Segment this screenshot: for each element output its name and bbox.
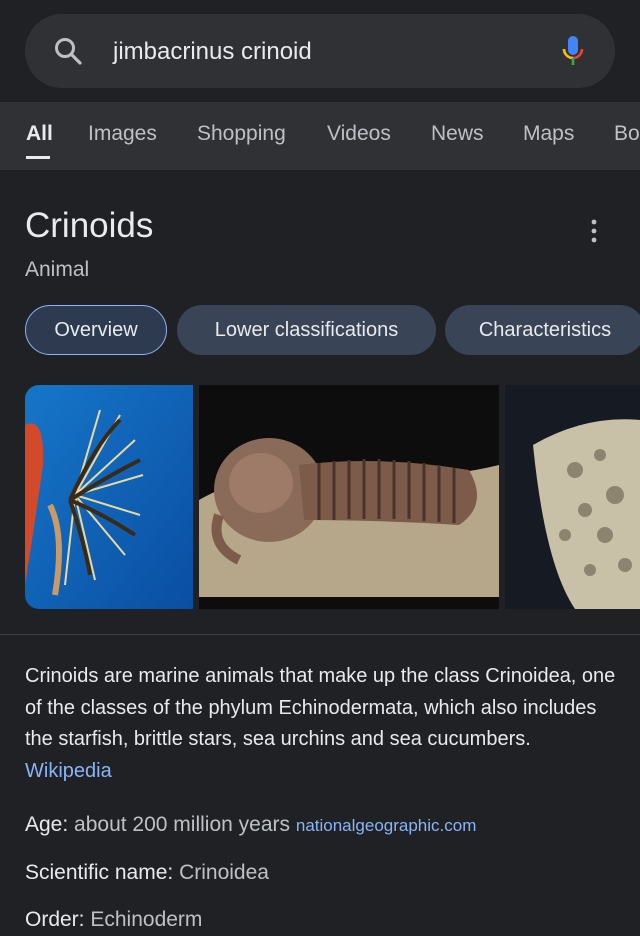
fact-source-link[interactable]: nationalgeographic.com	[296, 816, 477, 835]
fact-order: Order: Echinoderm	[25, 908, 202, 932]
section-divider	[0, 634, 640, 635]
search-header: jimbacrinus crinoid	[0, 0, 640, 102]
tab-images[interactable]: Images	[88, 122, 157, 146]
fact-value[interactable]: Crinoidea	[179, 861, 269, 884]
tab-maps[interactable]: Maps	[523, 122, 574, 146]
tab-shopping[interactable]: Shopping	[197, 122, 286, 146]
search-tabs: All Images Shopping Videos News Maps Bo	[0, 102, 640, 170]
chip-overview[interactable]: Overview	[25, 305, 167, 355]
crinoid-fossil-photo[interactable]	[199, 385, 499, 609]
entity-title: Crinoids	[25, 206, 154, 245]
chip-characteristics[interactable]: Characteristics	[445, 305, 640, 355]
crinoid-fossil-rock-photo[interactable]	[505, 385, 640, 609]
fact-label: Age:	[25, 813, 69, 836]
fact-scientific-name: Scientific name: Crinoidea	[25, 861, 269, 885]
tab-books[interactable]: Bo	[614, 122, 640, 146]
wikipedia-link[interactable]: Wikipedia	[25, 760, 112, 782]
tab-all-indicator	[26, 156, 50, 159]
entity-description: Crinoids are marine animals that make up…	[25, 661, 620, 787]
crinoid-photo-underwater[interactable]	[25, 385, 193, 609]
fact-value[interactable]: Echinoderm	[90, 908, 202, 931]
mic-icon[interactable]	[561, 34, 585, 68]
search-bar[interactable]: jimbacrinus crinoid	[25, 14, 615, 88]
chip-lower-classifications[interactable]: Lower classifications	[177, 305, 436, 355]
fact-value: about 200 million years	[74, 813, 291, 836]
search-input[interactable]: jimbacrinus crinoid	[113, 38, 312, 66]
image-carousel	[25, 385, 640, 609]
fact-age: Age: about 200 million years nationalgeo…	[25, 813, 476, 837]
tab-videos[interactable]: Videos	[327, 122, 391, 146]
fact-label: Order:	[25, 908, 85, 931]
more-vert-icon[interactable]	[582, 218, 606, 244]
tab-news[interactable]: News	[431, 122, 484, 146]
tab-all[interactable]: All	[26, 122, 53, 146]
fact-label: Scientific name:	[25, 861, 174, 884]
search-icon[interactable]	[53, 36, 83, 66]
entity-subtitle: Animal	[25, 258, 90, 281]
description-text: Crinoids are marine animals that make up…	[25, 665, 616, 750]
